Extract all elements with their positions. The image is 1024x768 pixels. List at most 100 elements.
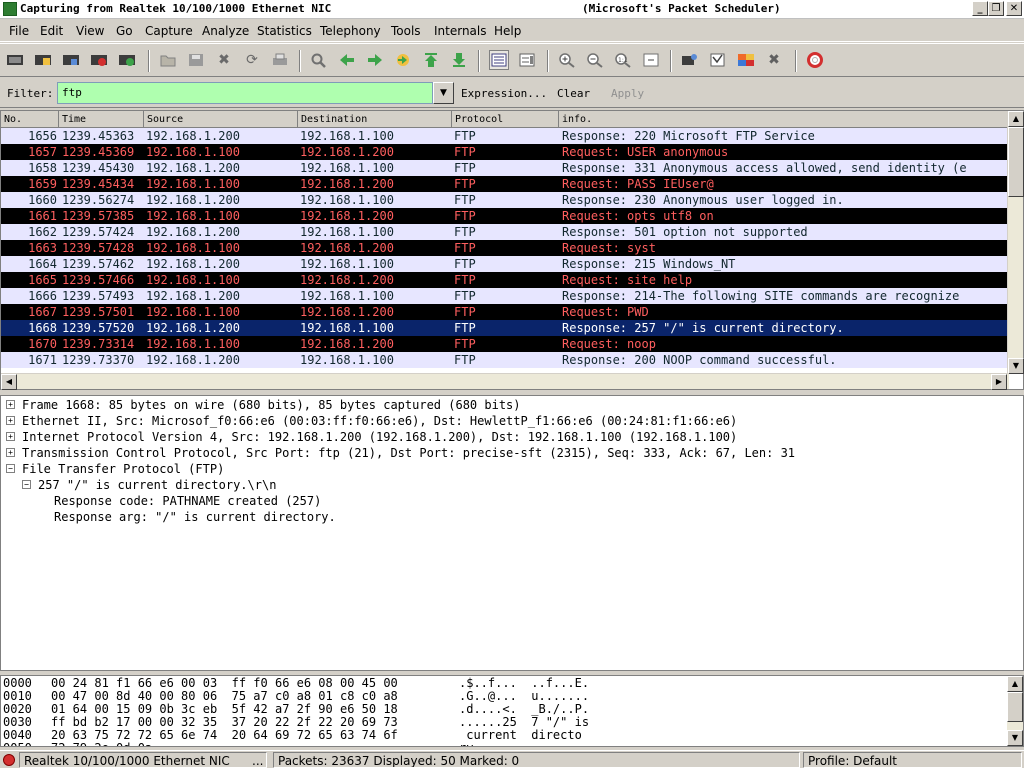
autoscroll-icon[interactable]	[517, 50, 537, 70]
menu-file[interactable]: File	[9, 24, 29, 38]
menu-help[interactable]: Help	[494, 24, 521, 38]
print-icon[interactable]	[270, 50, 290, 70]
menu-internals[interactable]: Internals	[434, 24, 487, 38]
packet-row[interactable]: 1663 1239.57428 192.168.1.100 192.168.1.200…	[1, 240, 1009, 256]
packet-list-horizontal-scrollbar[interactable]: ◀ ▶	[1, 373, 1009, 390]
options-icon[interactable]	[33, 50, 53, 70]
bytes-vertical-scrollbar[interactable]: ▲ ▼	[1007, 676, 1023, 746]
detail-tree-item[interactable]: + Internet Protocol Version 4, Src: 192.1…	[1, 429, 1021, 445]
packet-row[interactable]: 1671 1239.73370 192.168.1.200 192.168.1.100…	[1, 352, 1009, 368]
start-icon[interactable]	[61, 50, 81, 70]
restart-icon[interactable]	[117, 50, 137, 70]
menu-go[interactable]: Go	[116, 24, 133, 38]
capture-running-icon[interactable]	[3, 754, 15, 766]
resize-columns-icon[interactable]	[641, 50, 661, 70]
menu-statistics[interactable]: Statistics	[257, 24, 312, 38]
column-protocol[interactable]: Protocol	[452, 111, 559, 128]
column-info[interactable]: info.	[559, 111, 1009, 128]
packet-row[interactable]: 1656 1239.45363 192.168.1.200 192.168.1.100…	[1, 128, 1009, 144]
detail-tree-item[interactable]: − File Transfer Protocol (FTP)	[1, 461, 1021, 477]
toolbar-separator	[670, 50, 672, 72]
menu-telephony[interactable]: Telephony	[320, 24, 381, 38]
collapse-icon[interactable]: −	[22, 480, 31, 489]
column-source[interactable]: Source	[144, 111, 298, 128]
zoom-out-icon[interactable]	[585, 50, 605, 70]
scroll-thumb[interactable]	[1008, 127, 1024, 197]
colorize-icon[interactable]	[489, 50, 509, 70]
scroll-right-icon[interactable]: ▶	[991, 374, 1007, 390]
packet-row[interactable]: 1657 1239.45369 192.168.1.100 192.168.1.200…	[1, 144, 1009, 160]
column-destination[interactable]: Destination	[298, 111, 452, 128]
close-file-icon[interactable]: ✖	[214, 50, 234, 70]
clear-button[interactable]: Clear	[557, 87, 590, 100]
expand-icon[interactable]: +	[6, 432, 15, 441]
reload-icon[interactable]: ⟳	[242, 50, 262, 70]
packet-details-pane[interactable]: + Frame 1668: 85 bytes on wire (680 bits)…	[0, 395, 1024, 671]
menu-capture[interactable]: Capture	[145, 24, 193, 38]
packet-row[interactable]: 1665 1239.57466 192.168.1.100 192.168.1.200…	[1, 272, 1009, 288]
expand-icon[interactable]: +	[6, 400, 15, 409]
hex-row[interactable]: 0050 72 79 2e 0d 0a ry...	[1, 742, 1001, 747]
detail-tree-item[interactable]: + Transmission Control Protocol, Src Port…	[1, 445, 1021, 461]
packet-row[interactable]: 1666 1239.57493 192.168.1.200 192.168.1.100…	[1, 288, 1009, 304]
back-icon[interactable]	[337, 50, 357, 70]
close-button[interactable]: ✕	[1006, 1, 1022, 16]
forward-icon[interactable]	[365, 50, 385, 70]
collapse-icon[interactable]: −	[6, 464, 15, 473]
packet-row[interactable]: 1661 1239.57385 192.168.1.100 192.168.1.200…	[1, 208, 1009, 224]
help-icon[interactable]	[805, 50, 825, 70]
column-no[interactable]: No.	[1, 111, 59, 128]
first-icon[interactable]	[421, 50, 441, 70]
status-profile[interactable]: Profile: Default	[803, 752, 1022, 768]
packet-row[interactable]: 1659 1239.45434 192.168.1.100 192.168.1.200…	[1, 176, 1009, 192]
packet-row[interactable]: 1667 1239.57501 192.168.1.100 192.168.1.200…	[1, 304, 1009, 320]
scroll-up-icon[interactable]: ▲	[1008, 111, 1024, 127]
menu-tools[interactable]: Tools	[391, 24, 421, 38]
column-time[interactable]: Time	[59, 111, 144, 128]
scroll-thumb[interactable]	[1007, 692, 1023, 722]
detail-tree-item[interactable]: Response arg: "/" is current directory.	[1, 509, 1021, 525]
zoom-in-icon[interactable]	[557, 50, 577, 70]
menu-analyze[interactable]: Analyze	[202, 24, 249, 38]
packet-row[interactable]: 1668 1239.57520 192.168.1.200 192.168.1.100…	[1, 320, 1009, 336]
capture-filters-icon[interactable]	[680, 50, 700, 70]
packet-row[interactable]: 1670 1239.73314 192.168.1.100 192.168.1.200…	[1, 336, 1009, 352]
detail-tree-item[interactable]: + Ethernet II, Src: Microsof_f0:66:e6 (00…	[1, 413, 1021, 429]
goto-icon[interactable]	[393, 50, 413, 70]
interfaces-icon[interactable]	[5, 50, 25, 70]
preferences-icon[interactable]: ✖	[764, 50, 784, 70]
expand-icon[interactable]: +	[6, 416, 15, 425]
expert-info-button[interactable]: ...	[252, 753, 263, 767]
filter-dropdown-button[interactable]: ▼	[433, 82, 454, 104]
detail-tree-item[interactable]: Response code: PATHNAME created (257)	[1, 493, 1021, 509]
display-filters-icon[interactable]	[708, 50, 728, 70]
apply-button[interactable]: Apply	[611, 87, 644, 100]
detail-tree-item[interactable]: −257 "/" is current directory.\r\n	[1, 477, 1021, 493]
packet-list-vertical-scrollbar[interactable]: ▲ ▼	[1007, 111, 1024, 374]
scroll-left-icon[interactable]: ◀	[1, 374, 17, 390]
packet-row[interactable]: 1660 1239.56274 192.168.1.200 192.168.1.100…	[1, 192, 1009, 208]
scroll-down-icon[interactable]: ▼	[1008, 358, 1024, 374]
packet-list[interactable]: No. Time Source Destination Protocol inf…	[0, 110, 1024, 390]
stop-icon[interactable]	[89, 50, 109, 70]
packet-row[interactable]: 1664 1239.57462 192.168.1.200 192.168.1.100…	[1, 256, 1009, 272]
packet-row[interactable]: 1662 1239.57424 192.168.1.200 192.168.1.100…	[1, 224, 1009, 240]
packet-row[interactable]: 1658 1239.45430 192.168.1.200 192.168.1.100…	[1, 160, 1009, 176]
detail-tree-item[interactable]: + Frame 1668: 85 bytes on wire (680 bits)…	[1, 397, 1021, 413]
coloring-rules-icon[interactable]	[736, 50, 756, 70]
save-icon[interactable]	[186, 50, 206, 70]
find-icon[interactable]	[309, 50, 329, 70]
open-icon[interactable]	[158, 50, 178, 70]
expression-button[interactable]: Expression...	[461, 87, 547, 100]
maximize-button[interactable]: ❐	[988, 1, 1004, 16]
last-icon[interactable]	[449, 50, 469, 70]
packet-bytes-pane[interactable]: 0000 00 24 81 f1 66 e6 00 03 ff f0 66 e6 …	[0, 675, 1024, 747]
zoom-normal-icon[interactable]: 1:1	[613, 50, 633, 70]
expand-icon[interactable]: +	[6, 448, 15, 457]
menu-view[interactable]: View	[76, 24, 104, 38]
scroll-down-icon[interactable]: ▼	[1007, 730, 1023, 746]
minimize-button[interactable]: _	[972, 1, 988, 16]
scroll-up-icon[interactable]: ▲	[1007, 676, 1023, 692]
filter-input[interactable]: ftp	[57, 82, 433, 104]
menu-edit[interactable]: Edit	[40, 24, 63, 38]
